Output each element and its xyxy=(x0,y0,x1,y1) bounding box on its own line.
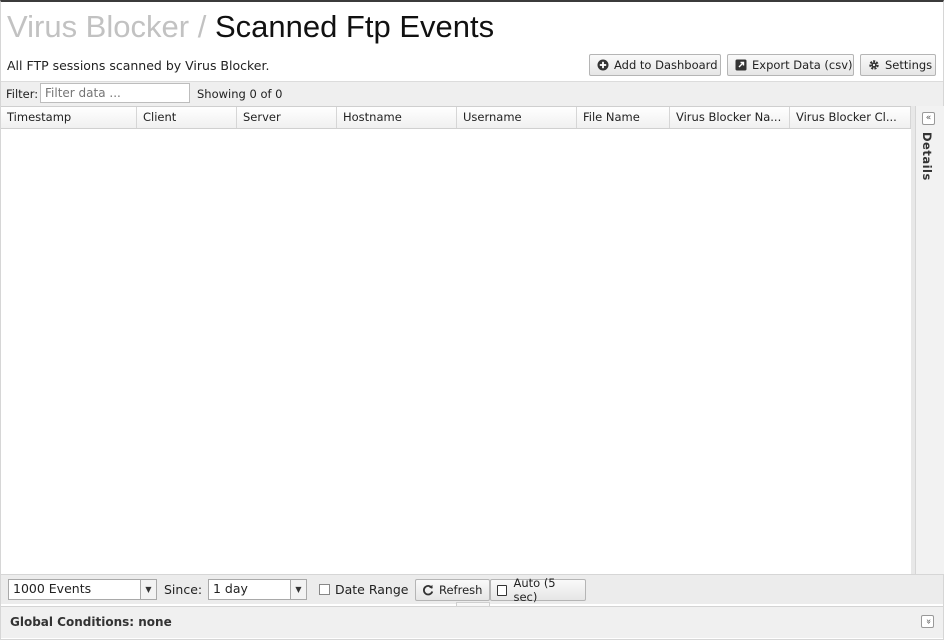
filter-bar: Filter: Showing 0 of 0 xyxy=(1,81,943,106)
column-header-timestamp[interactable]: Timestamp xyxy=(1,107,137,128)
refresh-icon xyxy=(422,584,434,596)
events-limit-value: 1000 Events xyxy=(13,581,92,596)
date-range-checkbox[interactable] xyxy=(319,584,330,595)
auto-refresh-checkbox-icon xyxy=(497,584,508,596)
breadcrumb-separator: / xyxy=(197,9,207,44)
since-label: Since: xyxy=(164,582,203,597)
expand-global-conditions-icon[interactable]: » xyxy=(921,615,934,628)
filter-input[interactable] xyxy=(40,83,190,103)
chevron-down-icon[interactable]: ▼ xyxy=(140,580,156,599)
since-value: 1 day xyxy=(213,581,248,596)
settings-label: Settings xyxy=(885,58,933,72)
filter-label: Filter: xyxy=(6,87,39,101)
page-title: Virus Blocker / Scanned Ftp Events xyxy=(7,8,494,46)
expand-details-icon[interactable]: « xyxy=(922,112,935,125)
auto-refresh-button[interactable]: Auto (5 sec) xyxy=(490,576,586,604)
plus-circle-icon xyxy=(597,59,609,71)
page-description: All FTP sessions scanned by Virus Blocke… xyxy=(7,58,270,73)
column-header-virus-blocker-name[interactable]: Virus Blocker Na... xyxy=(670,107,790,128)
column-header-file-name[interactable]: File Name xyxy=(577,107,670,128)
refresh-label: Refresh xyxy=(439,583,483,597)
refresh-button[interactable]: Refresh xyxy=(415,579,490,601)
global-conditions-text: Global Conditions: none xyxy=(10,615,172,629)
column-header-virus-blocker-clean[interactable]: Virus Blocker Cl... xyxy=(790,107,911,128)
global-conditions-bar[interactable]: Global Conditions: none » xyxy=(1,606,943,638)
details-panel[interactable]: « Details xyxy=(915,106,944,574)
chevron-down-icon[interactable]: ▼ xyxy=(290,580,306,599)
settings-button[interactable]: Settings xyxy=(860,54,936,76)
external-link-icon xyxy=(735,59,747,71)
breadcrumb-app-name[interactable]: Virus Blocker xyxy=(7,9,189,44)
since-select[interactable]: 1 day ▼ xyxy=(208,579,307,600)
breadcrumb-page-title: Scanned Ftp Events xyxy=(214,9,495,44)
bottom-toolbar: 1000 Events ▼ Since: 1 day ▼ Date Range … xyxy=(1,574,943,604)
events-grid: Timestamp Client Server Hostname Usernam… xyxy=(1,106,911,575)
column-header-server[interactable]: Server xyxy=(237,107,337,128)
gear-icon xyxy=(868,59,880,71)
column-header-client[interactable]: Client xyxy=(137,107,237,128)
column-header-username[interactable]: Username xyxy=(457,107,577,128)
grid-header: Timestamp Client Server Hostname Usernam… xyxy=(1,107,911,129)
events-limit-select[interactable]: 1000 Events ▼ xyxy=(8,579,157,600)
date-range-label[interactable]: Date Range xyxy=(335,582,408,597)
auto-refresh-label: Auto (5 sec) xyxy=(513,576,556,604)
export-data-button[interactable]: Export Data (csv) xyxy=(727,54,854,76)
column-header-hostname[interactable]: Hostname xyxy=(337,107,457,128)
add-to-dashboard-label: Add to Dashboard xyxy=(614,58,718,72)
details-label[interactable]: Details xyxy=(920,132,934,181)
add-to-dashboard-button[interactable]: Add to Dashboard xyxy=(589,54,721,76)
showing-count: Showing 0 of 0 xyxy=(197,87,283,101)
export-data-label: Export Data (csv) xyxy=(752,58,853,72)
